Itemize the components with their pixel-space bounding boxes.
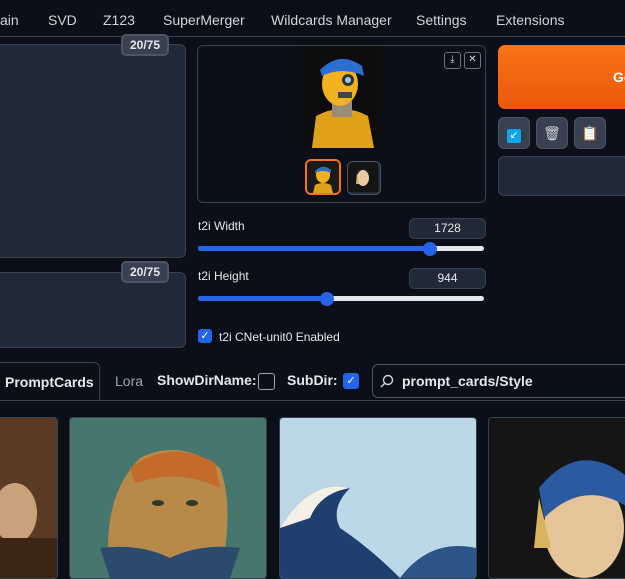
- card-great-wave[interactable]: [279, 417, 477, 579]
- subdir-label: SubDir:: [287, 372, 338, 388]
- styles-dropdown[interactable]: [498, 156, 625, 196]
- girl-with-pearl-thumbnail[interactable]: [347, 161, 381, 195]
- positive-token-counter: 20/75: [121, 34, 170, 56]
- height-number-input[interactable]: 944: [409, 268, 486, 289]
- robot-thumbnail[interactable]: [305, 159, 341, 195]
- card-girl-with-pearl[interactable]: [488, 417, 625, 579]
- trash-icon: 🗑: [543, 125, 561, 141]
- tab-svd[interactable]: SVD: [48, 12, 77, 28]
- subdir-checkbox[interactable]: ✓: [343, 373, 359, 389]
- tab-lora[interactable]: Lora: [115, 373, 143, 389]
- pearl-thumbnail-icon: [348, 162, 378, 192]
- width-slider-handle[interactable]: [423, 242, 437, 256]
- width-number-input[interactable]: 1728: [409, 218, 486, 239]
- show-dir-checkbox[interactable]: [258, 373, 275, 390]
- width-label: t2i Width: [198, 219, 245, 233]
- close-icon[interactable]: ✕: [464, 52, 481, 69]
- height-slider-handle[interactable]: [320, 292, 334, 306]
- card-van-gogh[interactable]: [69, 417, 267, 579]
- tab-supermerger[interactable]: SuperMerger: [163, 12, 245, 28]
- search-icon: [380, 374, 394, 388]
- cnet-checkbox[interactable]: ✓: [198, 329, 212, 343]
- robot-thumbnail-icon: [307, 161, 339, 193]
- tab-train[interactable]: ain: [0, 12, 19, 28]
- height-slider-fill: [198, 296, 327, 301]
- girl-with-pearl-image: [489, 418, 625, 578]
- search-input[interactable]: prompt_cards/Style: [402, 373, 533, 389]
- width-slider-fill: [198, 246, 430, 251]
- tab-promptcards[interactable]: PromptCards: [0, 362, 100, 401]
- tab-settings[interactable]: Settings: [416, 12, 467, 28]
- painting-1-image: [0, 418, 57, 578]
- tab-divider: [0, 400, 625, 401]
- robot-illustration: [302, 46, 382, 148]
- cnet-label: t2i CNet-unit0 Enabled: [219, 330, 340, 344]
- trash-button[interactable]: 🗑: [536, 117, 568, 149]
- tab-z123[interactable]: Z123: [103, 12, 135, 28]
- show-dir-label: ShowDirName:: [157, 372, 257, 388]
- checkmark-button[interactable]: ↙: [498, 117, 530, 149]
- image-preview-panel: ⤓ ✕: [197, 45, 486, 203]
- tab-extensions[interactable]: Extensions: [496, 12, 564, 28]
- generate-label: Ge: [613, 69, 625, 85]
- clipboard-button[interactable]: 📋: [574, 117, 606, 149]
- generate-button[interactable]: Ge: [498, 45, 625, 109]
- search-field[interactable]: prompt_cards/Style: [372, 364, 625, 398]
- van-gogh-image: [70, 418, 266, 578]
- tab-wildcards-manager[interactable]: Wildcards Manager: [271, 12, 392, 28]
- checkmark-icon: ↙: [507, 129, 521, 143]
- great-wave-image: [280, 418, 476, 578]
- download-icon[interactable]: ⤓: [444, 52, 461, 69]
- card-painting-1[interactable]: [0, 417, 58, 579]
- negative-token-counter: 20/75: [121, 261, 170, 283]
- top-nav: ain SVD Z123 SuperMerger Wildcards Manag…: [0, 0, 625, 37]
- height-label: t2i Height: [198, 269, 249, 283]
- clipboard-icon: 📋: [581, 125, 599, 141]
- robot-image[interactable]: [302, 46, 382, 148]
- negative-prompt-input[interactable]: [0, 272, 186, 348]
- tab-promptcards-label: PromptCards: [5, 374, 94, 390]
- positive-prompt-input[interactable]: [0, 44, 186, 258]
